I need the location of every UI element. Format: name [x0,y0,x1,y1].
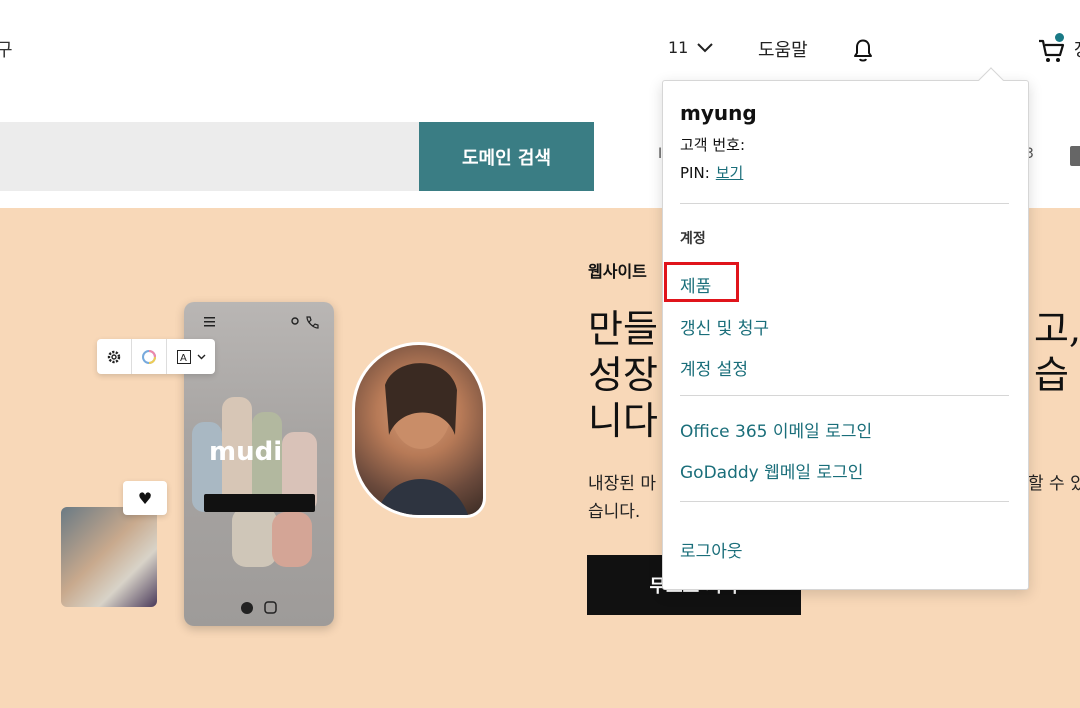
woman-portrait-image [352,342,486,518]
cart-badge-dot [1055,33,1064,42]
highlight-box [664,262,739,302]
hero-title-line-2: 성장 [588,353,658,397]
domain-search-button[interactable]: 도메인 검색 [419,122,594,191]
dropdown-divider [680,203,1009,204]
pin-label: PIN: [680,164,710,182]
hero-desc-line-1-end: 할 수 있 [1028,474,1080,494]
hero-desc-line-2: 습니다. [588,502,641,522]
dropdown-divider [680,501,1009,502]
phone-cta-bar [204,494,315,512]
partial-icon [1070,146,1080,166]
painting-hands-image [61,507,157,607]
color-wheel-icon [132,339,167,374]
menu-item-webmail-login[interactable]: GoDaddy 웹메일 로그인 [680,458,863,483]
hero-kicker: 웹사이트 [588,262,647,281]
editor-toolbar: A [97,339,215,374]
bell-icon[interactable] [850,36,876,64]
cart-partial-label[interactable]: 장 [1074,36,1080,62]
menu-item-account-settings[interactable]: 계정 설정 [680,355,748,380]
hero-title-line-2-end: 습 [1034,353,1069,397]
hero-title-line-1-end: 고, [1034,307,1080,351]
domain-search-input[interactable] [0,122,420,191]
heart-icon: ♥ [123,481,167,515]
dropdown-divider [680,395,1009,396]
help-link[interactable]: 도움말 [758,36,808,62]
hero-desc-line-1: 내장된 마 [588,474,656,494]
hero-title-line-3: 니다 [588,399,658,443]
chevron-down-icon [697,42,714,52]
pin-row: PIN: 보기 [680,162,743,183]
svg-text:A: A [180,353,187,364]
cart-icon[interactable] [1038,38,1066,64]
menu-item-renewals-billing[interactable]: 갱신 및 청구 [680,314,769,339]
account-section-label: 계정 [680,231,706,247]
hero-title-line-1: 만들 [588,307,658,351]
customer-number-label: 고객 번호: [680,136,746,154]
gear-icon [97,339,132,374]
account-username: myung [680,101,757,125]
page: 구 11 도움말 장 도메인 검색 I 3 웹사이트 만들고, 성장습 니다 [0,0,1080,708]
svg-text:mudi: mudi [209,437,282,467]
menu-item-office365-login[interactable]: Office 365 이메일 로그인 [680,417,872,442]
font-style-icon: A [167,339,215,374]
language-label: 11 [668,38,689,57]
menu-item-logout[interactable]: 로그아웃 [680,537,743,562]
language-selector[interactable]: 11 [668,38,714,57]
pin-view-link[interactable]: 보기 [716,164,744,182]
nav-partial-label[interactable]: 구 [0,36,13,62]
